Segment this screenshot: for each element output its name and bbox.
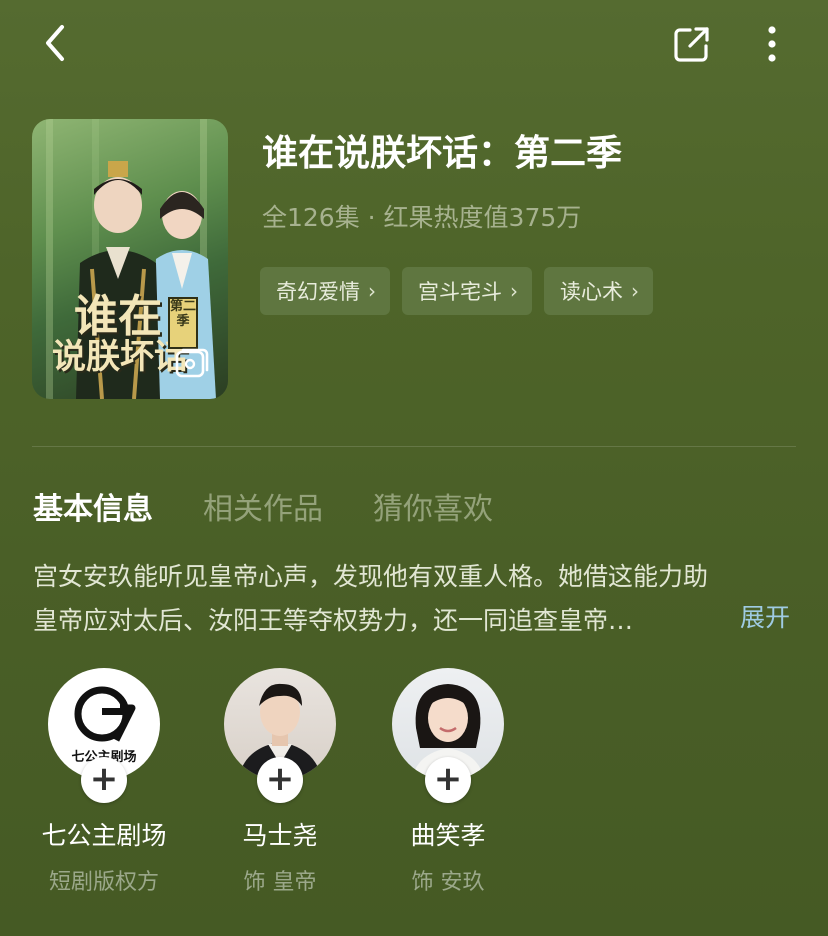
person-name: 曲笑孝 bbox=[410, 821, 486, 850]
tab-basic-info[interactable]: 基本信息 bbox=[33, 484, 153, 528]
show-meta: 全126集 · 红果热度值375万 bbox=[262, 203, 582, 232]
chevron-right-icon: › bbox=[368, 279, 376, 303]
section-divider bbox=[32, 446, 796, 447]
tag-list: 奇幻爱情 › 宫斗宅斗 › 读心术 › bbox=[260, 267, 653, 315]
share-button[interactable] bbox=[668, 20, 716, 68]
chevron-left-icon bbox=[46, 25, 64, 61]
more-options-button[interactable] bbox=[748, 20, 796, 68]
share-icon bbox=[674, 27, 709, 62]
tag-fantasy-romance[interactable]: 奇幻爱情 › bbox=[260, 267, 390, 315]
gallery-icon[interactable] bbox=[174, 345, 210, 381]
person-role: 饰 皇帝 bbox=[243, 870, 317, 895]
person-role: 饰 安玖 bbox=[411, 870, 485, 895]
poster-season-badge: 第二季 bbox=[168, 297, 198, 349]
expand-description-link[interactable]: 展开 bbox=[740, 598, 790, 634]
more-vertical-icon bbox=[768, 26, 776, 62]
tag-mind-reading[interactable]: 读心术 › bbox=[544, 267, 653, 315]
follow-button[interactable]: + bbox=[257, 757, 303, 803]
tag-label: 宫斗宅斗 bbox=[418, 280, 502, 304]
description-line-2: 皇帝应对太后、汝阳王等夺权势力，还一同追查皇帝… bbox=[33, 606, 634, 635]
show-description: 宫女安玖能听见皇帝心声，发现他有双重人格。她借这能力助 皇帝应对太后、汝阳王等夺… bbox=[33, 555, 803, 643]
show-title: 谁在说朕坏话：第二季 bbox=[262, 133, 623, 174]
tag-label: 读心术 bbox=[560, 280, 623, 304]
chevron-right-icon: › bbox=[510, 279, 518, 303]
info-tabs: 基本信息 相关作品 猜你喜欢 bbox=[33, 484, 493, 528]
description-line-1: 宫女安玖能听见皇帝心声，发现他有双重人格。她借这能力助 bbox=[33, 562, 709, 591]
person-name: 七公主剧场 bbox=[41, 821, 167, 850]
tag-label: 奇幻爱情 bbox=[276, 280, 360, 304]
follow-button[interactable]: + bbox=[81, 757, 127, 803]
chevron-right-icon: › bbox=[631, 279, 639, 303]
follow-button[interactable]: + bbox=[425, 757, 471, 803]
show-poster[interactable]: 谁在 说朕坏话 第二季 bbox=[32, 119, 228, 399]
back-button[interactable] bbox=[30, 18, 80, 68]
cast-list: 七公主剧场 + 七公主剧场 短剧版权方 + 马士尧 饰 皇帝 bbox=[0, 668, 828, 908]
person-role: 短剧版权方 bbox=[48, 870, 159, 895]
tab-related-works[interactable]: 相关作品 bbox=[203, 484, 323, 528]
tag-palace-intrigue[interactable]: 宫斗宅斗 › bbox=[402, 267, 532, 315]
top-bar bbox=[0, 0, 828, 90]
person-name: 马士尧 bbox=[242, 821, 318, 850]
tab-recommendations[interactable]: 猜你喜欢 bbox=[373, 484, 493, 528]
